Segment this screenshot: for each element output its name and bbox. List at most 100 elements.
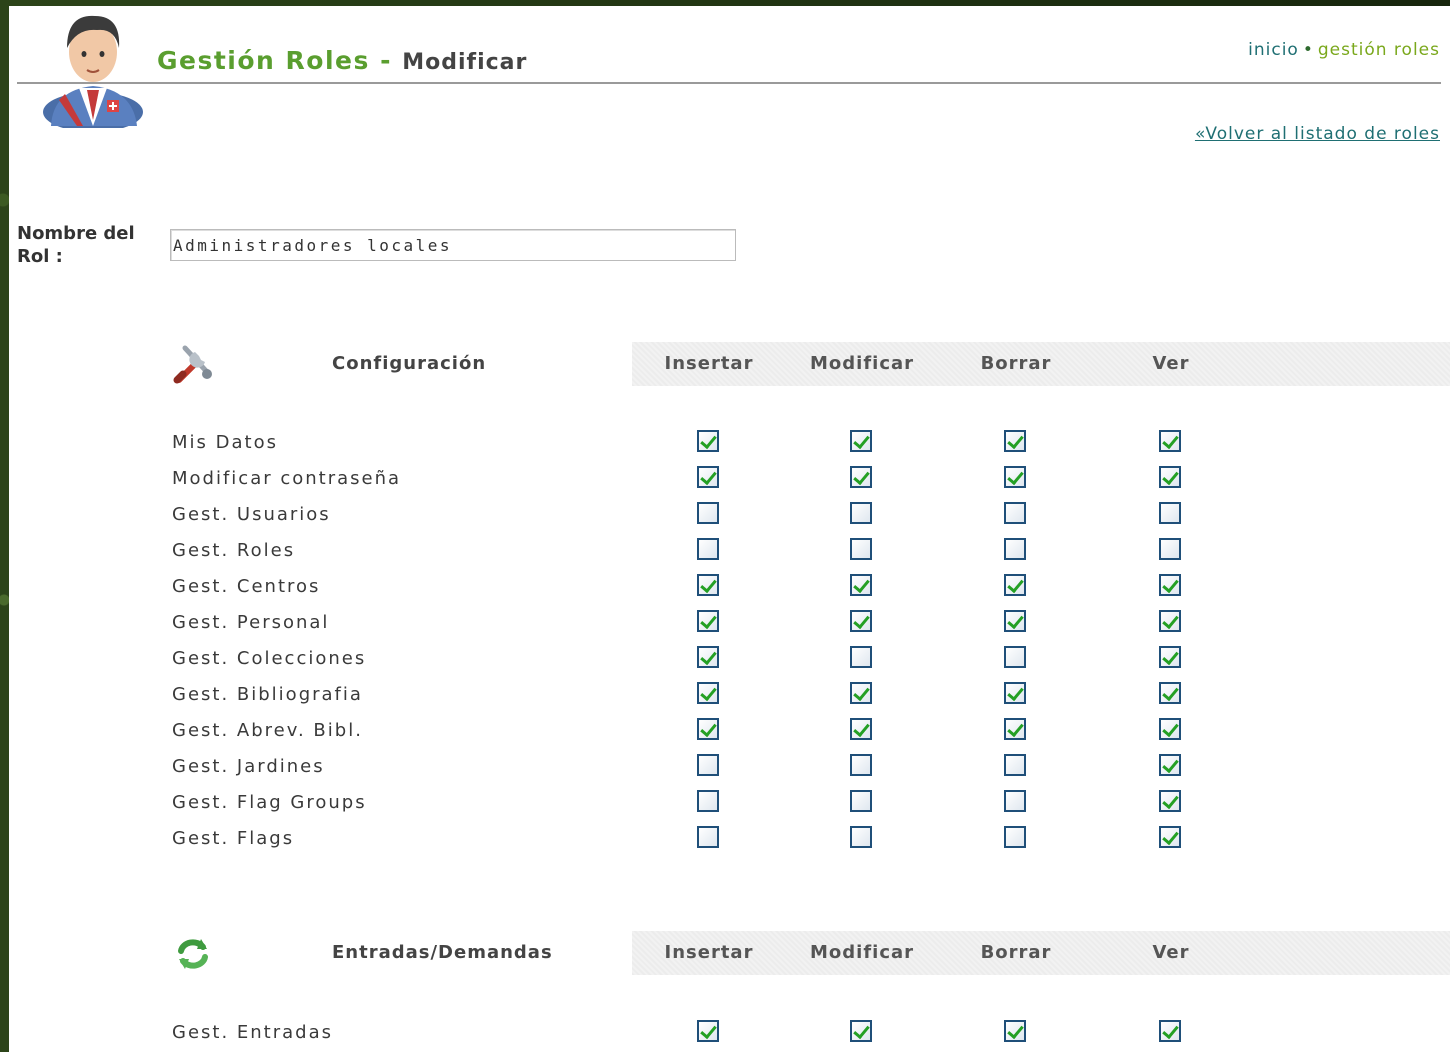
permission-row: Gest. Roles [9,534,1450,570]
checkbox-insertar[interactable] [697,754,719,776]
permission-row-label: Gest. Usuarios [172,504,331,525]
checkbox-modificar[interactable] [850,430,872,452]
column-header-insertar: Insertar [664,353,754,374]
checkbox-borrar[interactable] [1004,538,1026,560]
permission-row: Gest. Centros [9,570,1450,606]
section-header: Entradas/Demandas Insertar Modificar Borrar… [9,931,1450,975]
checkbox-ver[interactable] [1159,646,1181,668]
checkbox-borrar[interactable] [1004,826,1026,848]
checkbox-ver[interactable] [1159,682,1181,704]
checkbox-ver[interactable] [1159,610,1181,632]
back-to-roles-link[interactable]: «Volver al listado de roles [1195,124,1440,144]
page-title: Gestión Roles - Modificar [157,46,527,75]
checkbox-ver[interactable] [1159,754,1181,776]
checkbox-insertar[interactable] [697,538,719,560]
checkbox-borrar[interactable] [1004,718,1026,740]
checkbox-borrar[interactable] [1004,1020,1026,1042]
permission-row-label: Gest. Colecciones [172,648,367,669]
breadcrumb-current[interactable]: gestión roles [1318,40,1440,60]
checkbox-insertar[interactable] [697,430,719,452]
permission-row-label: Gest. Entradas [172,1022,334,1043]
tools-icon [171,342,215,386]
checkbox-insertar[interactable] [697,646,719,668]
checkbox-insertar[interactable] [697,1020,719,1042]
checkbox-insertar[interactable] [697,610,719,632]
permission-row-label: Modificar contraseña [172,468,402,489]
checkbox-ver[interactable] [1159,502,1181,524]
role-name-input[interactable] [170,229,736,261]
column-header-modificar: Modificar [809,353,915,374]
checkbox-ver[interactable] [1159,790,1181,812]
checkbox-insertar[interactable] [697,790,719,812]
checkbox-borrar[interactable] [1004,574,1026,596]
permission-row-label: Gest. Flag Groups [172,792,367,813]
checkbox-ver[interactable] [1159,538,1181,560]
permission-row: Mis Datos [9,426,1450,462]
permission-row: Gest. Jardines [9,750,1450,786]
checkbox-modificar[interactable] [850,826,872,848]
header-divider [17,82,1441,84]
checkbox-ver[interactable] [1159,574,1181,596]
permission-row: Gest. Usuarios [9,498,1450,534]
checkbox-modificar[interactable] [850,682,872,704]
checkbox-insertar[interactable] [697,718,719,740]
user-avatar-icon [43,15,143,128]
checkbox-borrar[interactable] [1004,646,1026,668]
checkbox-modificar[interactable] [850,538,872,560]
section-title: Entradas/Demandas [332,942,553,963]
main-panel: Gestión Roles - Modificar inicio • gestión… [9,6,1450,1052]
checkbox-insertar[interactable] [697,682,719,704]
permission-row: Gest. Flags [9,822,1450,858]
permission-row: Gest. Entradas [9,1016,1450,1052]
checkbox-borrar[interactable] [1004,754,1026,776]
checkbox-borrar[interactable] [1004,790,1026,812]
column-header-insertar: Insertar [664,942,754,963]
breadcrumb-home-link[interactable]: inicio [1248,40,1299,60]
permission-row-label: Mis Datos [172,432,278,453]
permission-row-label: Gest. Flags [172,828,295,849]
permission-row: Gest. Personal [9,606,1450,642]
checkbox-ver[interactable] [1159,466,1181,488]
permission-row: Gest. Bibliografia [9,678,1450,714]
checkbox-modificar[interactable] [850,754,872,776]
checkbox-ver[interactable] [1159,718,1181,740]
checkbox-borrar[interactable] [1004,466,1026,488]
checkbox-modificar[interactable] [850,466,872,488]
permission-row: Gest. Flag Groups [9,786,1450,822]
permission-row-label: Gest. Centros [172,576,321,597]
section-title: Configuración [332,353,487,374]
checkbox-modificar[interactable] [850,1020,872,1042]
checkbox-borrar[interactable] [1004,610,1026,632]
permission-row-label: Gest. Abrev. Bibl. [172,720,363,741]
checkbox-modificar[interactable] [850,718,872,740]
checkbox-modificar[interactable] [850,790,872,812]
permission-row: Gest. Colecciones [9,642,1450,678]
checkbox-insertar[interactable] [697,826,719,848]
column-header-ver: Ver [1152,942,1190,963]
permission-row-label: Gest. Personal [172,612,330,633]
permission-row-label: Gest. Bibliografia [172,684,363,705]
checkbox-insertar[interactable] [697,574,719,596]
column-header-modificar: Modificar [809,942,915,963]
checkbox-borrar[interactable] [1004,502,1026,524]
permission-row: Modificar contraseña [9,462,1450,498]
title-separator: - [380,46,392,75]
breadcrumb: inicio • gestión roles [1248,40,1440,60]
checkbox-borrar[interactable] [1004,682,1026,704]
checkbox-insertar[interactable] [697,466,719,488]
title-sub: Modificar [402,50,528,75]
permission-row: Gest. Abrev. Bibl. [9,714,1450,750]
checkbox-borrar[interactable] [1004,430,1026,452]
permission-row-label: Gest. Jardines [172,756,325,777]
checkbox-modificar[interactable] [850,610,872,632]
checkbox-ver[interactable] [1159,1020,1181,1042]
checkbox-modificar[interactable] [850,502,872,524]
column-header-borrar: Borrar [980,353,1052,374]
checkbox-insertar[interactable] [697,502,719,524]
checkbox-modificar[interactable] [850,646,872,668]
checkbox-ver[interactable] [1159,826,1181,848]
column-header-ver: Ver [1152,353,1190,374]
breadcrumb-separator: • [1302,40,1314,60]
checkbox-modificar[interactable] [850,574,872,596]
checkbox-ver[interactable] [1159,430,1181,452]
